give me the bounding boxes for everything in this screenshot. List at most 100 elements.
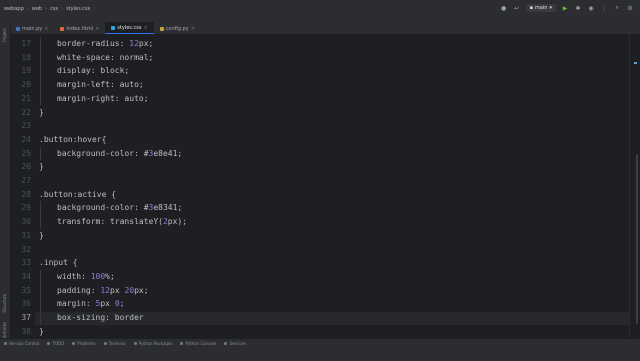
code-token: .button:hover{ <box>39 134 107 144</box>
code-line[interactable]: } <box>39 108 44 118</box>
close-icon[interactable]: × <box>191 26 195 32</box>
code-token: .input { <box>39 258 78 268</box>
code-line[interactable]: box-sizing: border <box>57 313 144 323</box>
tool-window-todo[interactable]: TODO <box>47 341 64 346</box>
code-token: box-sizing: border <box>57 313 144 322</box>
tool-window-label: Version Control <box>9 341 40 346</box>
code-token: margin-left: auto; <box>57 80 144 90</box>
tool-window-icon <box>180 342 184 345</box>
code-line[interactable]: .button:active { <box>39 190 116 200</box>
code-line[interactable]: .button:hover{ <box>39 135 106 145</box>
code-line[interactable]: transform: translateY(2px); <box>57 217 187 227</box>
indent-guide <box>40 311 41 325</box>
line-number: 29 <box>21 203 31 213</box>
tool-window-icon <box>4 342 7 345</box>
code-token: margin: <box>57 299 96 309</box>
line-number: 23 <box>21 121 31 131</box>
code-token: px <box>110 285 125 295</box>
title-bar: webapp › web › css › styles.css ● ↩ ▪ ma… <box>0 0 640 22</box>
line-number: 34 <box>21 271 31 281</box>
back-arrow-icon[interactable]: ↩ <box>513 4 521 12</box>
tool-window-problems[interactable]: Problems <box>72 341 96 346</box>
tool-window-label: Python Console <box>185 341 217 346</box>
line-number: 38 <box>21 326 31 336</box>
run-icon[interactable]: ▶ <box>561 4 569 12</box>
tool-window-terminal[interactable]: Terminal <box>103 341 126 346</box>
code-line[interactable]: } <box>39 231 44 241</box>
python-file-icon <box>159 26 164 31</box>
tab-main-py[interactable]: main.py × <box>10 23 54 34</box>
scrollbar-thumb[interactable] <box>636 154 638 324</box>
chevron-down-icon: ▾ <box>549 5 552 11</box>
indent-guide <box>40 64 41 79</box>
tab-label: config.py <box>165 25 189 32</box>
gear-icon[interactable]: ⚙ <box>626 4 634 12</box>
code-line[interactable]: width: 100%; <box>57 272 115 282</box>
indent-guide <box>40 297 41 311</box>
python-file-icon <box>16 26 20 31</box>
line-number: 19 <box>21 66 31 76</box>
close-icon[interactable]: × <box>95 26 99 32</box>
line-number: 20 <box>21 80 31 90</box>
code-token: ; <box>119 299 125 309</box>
tool-window-python-packages[interactable]: Python Packages <box>133 341 173 346</box>
tool-window-python-console[interactable]: Python Console <box>180 341 216 346</box>
code-line[interactable]: } <box>39 162 44 172</box>
tool-window-label: TODO <box>52 341 65 346</box>
code-line[interactable]: background-color: #3e8341; <box>57 203 182 213</box>
indent-guide <box>40 201 41 216</box>
breadcrumb-folder-web[interactable]: web <box>32 6 42 12</box>
code-line[interactable]: margin-right: auto; <box>57 94 149 104</box>
code-token: background-color: # <box>57 148 149 158</box>
tool-window-version-control[interactable]: Version Control <box>4 341 39 346</box>
tab-config-py[interactable]: config.py × <box>154 23 201 34</box>
code-line[interactable]: display: block; <box>57 66 129 76</box>
line-number: 25 <box>21 148 31 158</box>
indent-guide <box>40 215 41 229</box>
tab-styles-css[interactable]: styles.css × <box>105 22 154 34</box>
line-number: 37 <box>21 313 31 322</box>
breadcrumb-folder-css[interactable]: css <box>50 6 58 12</box>
code-line[interactable]: white-space: normal; <box>57 53 153 63</box>
code-line[interactable]: margin-left: auto; <box>57 80 144 90</box>
tab-index-html[interactable]: index.html × <box>54 23 105 34</box>
tool-window-project[interactable]: Project <box>2 28 7 42</box>
run-configuration-selector[interactable]: ▪ main ▾ <box>525 4 556 12</box>
number-token: 100 <box>90 271 106 281</box>
more-icon[interactable]: ⋮ <box>600 4 608 12</box>
tool-window-label: Services <box>229 341 247 346</box>
tool-window-structure[interactable]: Structure <box>2 294 7 313</box>
tool-window-label: Python Packages <box>138 341 173 346</box>
breadcrumb-project[interactable]: webapp <box>4 6 24 12</box>
line-number: 17 <box>21 39 31 48</box>
number-token: 12 <box>129 39 139 48</box>
indent-guide <box>40 146 41 161</box>
code-line[interactable]: border-radius: 12px; <box>57 39 153 49</box>
number-token: 20 <box>124 285 135 295</box>
code-line[interactable]: padding: 12px 20px; <box>57 286 149 296</box>
tab-label: main.py <box>22 25 43 32</box>
code-line[interactable]: .input { <box>39 258 78 268</box>
indent-guide <box>40 283 41 298</box>
line-number: 24 <box>21 134 31 144</box>
inspection-marker <box>634 62 637 64</box>
debug-icon[interactable]: ✱ <box>574 4 582 12</box>
search-icon[interactable]: ⌕ <box>613 4 621 12</box>
bottom-tool-bar: Version Control TODO Problems Terminal Pytho… <box>0 338 640 361</box>
close-icon[interactable]: × <box>44 26 48 32</box>
code-line[interactable]: margin: 5px 0; <box>57 299 124 309</box>
breadcrumb-file[interactable]: styles.css <box>66 6 90 12</box>
html-file-icon <box>60 26 65 31</box>
editor-scrollbar[interactable] <box>629 34 640 338</box>
line-number: 33 <box>21 258 31 268</box>
code-editor[interactable]: border-radius: 12px; white-space: normal;… <box>35 34 630 338</box>
coverage-icon[interactable]: ◉ <box>587 4 595 12</box>
code-line[interactable]: background-color: #3e8e41; <box>57 149 182 159</box>
tool-window-services[interactable]: Services <box>224 341 246 346</box>
code-line[interactable]: } <box>39 327 44 337</box>
user-icon[interactable]: ● <box>500 4 508 12</box>
code-token: background-color: # <box>57 203 149 213</box>
close-icon[interactable]: × <box>143 25 147 31</box>
tab-label: styles.css <box>117 24 142 31</box>
indent-guide <box>40 78 41 92</box>
